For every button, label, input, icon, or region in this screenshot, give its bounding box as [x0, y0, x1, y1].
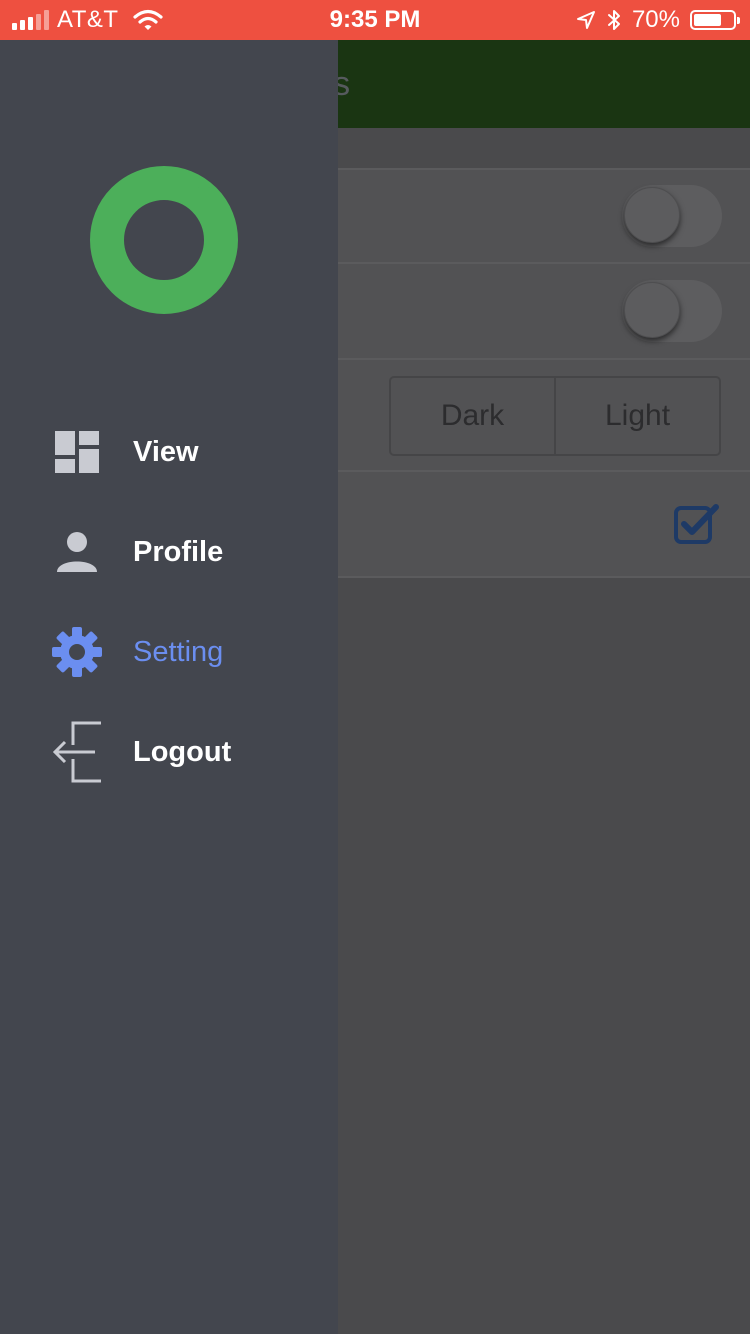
status-bar: AT&T 9:35 PM 70%: [0, 0, 750, 40]
wifi-icon: [132, 9, 163, 30]
carrier-name: AT&T: [57, 6, 119, 33]
theme-segmented-control: Dark Light: [389, 376, 721, 456]
toggle-knob: [624, 282, 680, 338]
checkbox-checked-icon[interactable]: [674, 503, 720, 545]
drawer-item-label: View: [133, 436, 199, 468]
status-left: AT&T: [12, 0, 163, 40]
location-icon: [576, 11, 595, 29]
toggle-switch-2[interactable]: [622, 280, 722, 342]
toggle-knob: [624, 187, 680, 243]
logo-icon: [90, 166, 238, 314]
battery-percent: 70%: [631, 6, 680, 33]
drawer-item-setting[interactable]: Setting: [0, 612, 338, 692]
toggle-switch-1[interactable]: [622, 185, 722, 247]
dashboard-icon: [50, 422, 104, 482]
drawer-item-profile[interactable]: Profile: [0, 512, 338, 592]
theme-option-light[interactable]: Light: [554, 378, 719, 454]
drawer-item-logout[interactable]: Logout: [0, 712, 338, 792]
battery-icon: [690, 10, 740, 30]
signal-icon: [12, 10, 49, 30]
gear-icon: [50, 622, 104, 682]
navigation-drawer: View Profile Setting Logout: [0, 40, 338, 1334]
bluetooth-icon: [607, 10, 620, 30]
drawer-item-label: Profile: [133, 536, 224, 568]
theme-option-dark[interactable]: Dark: [391, 378, 554, 454]
drawer-item-label: Setting: [133, 636, 224, 668]
status-right: 70%: [576, 0, 740, 40]
drawer-item-view[interactable]: View: [0, 412, 338, 492]
logout-icon: [50, 721, 104, 783]
person-icon: [50, 522, 104, 582]
drawer-item-label: Logout: [133, 736, 232, 768]
